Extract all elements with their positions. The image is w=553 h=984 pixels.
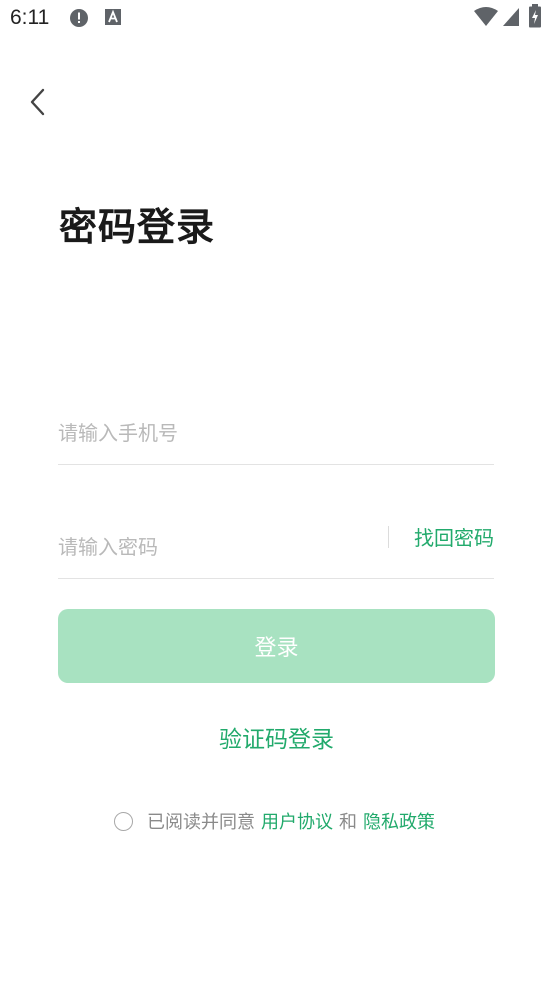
page-title: 密码登录 [59, 204, 216, 249]
field-divider [388, 526, 389, 548]
login-screen: 6:11 密码登录 请输入手机号 找回密码 登录 验证码登录 已阅读并同意 用户… [0, 0, 553, 984]
find-password-link[interactable]: 找回密码 [414, 522, 494, 551]
privacy-policy-link[interactable]: 隐私政策 [363, 808, 435, 834]
privacy-policy-label: 隐私政策 [363, 812, 435, 833]
sms-login-link[interactable]: 验证码登录 [0, 720, 553, 754]
font-a-icon [104, 8, 122, 30]
alert-circle-icon [69, 8, 89, 32]
agreement-conjunction: 和 [339, 812, 357, 833]
wifi-icon [473, 7, 499, 31]
chevron-left-icon [30, 88, 45, 116]
agreement-row: 已阅读并同意 用户协议 和 隐私政策 [114, 806, 441, 836]
phone-input[interactable] [58, 404, 378, 462]
agreement-checkbox[interactable] [114, 811, 133, 831]
password-field-container: 找回密码 [58, 518, 494, 579]
back-button[interactable] [22, 84, 56, 120]
status-bar: 6:11 [0, 0, 553, 40]
battery-icon [528, 4, 542, 32]
user-agreement-link[interactable]: 用户协议 [261, 808, 333, 834]
login-button[interactable]: 登录 [58, 609, 495, 683]
status-time: 6:11 [10, 6, 50, 29]
phone-field-container [58, 404, 494, 465]
user-agreement-label: 用户协议 [261, 812, 333, 833]
signal-icon [502, 7, 520, 31]
password-input[interactable] [58, 518, 378, 576]
agreement-prefix: 已阅读并同意 [147, 812, 255, 833]
